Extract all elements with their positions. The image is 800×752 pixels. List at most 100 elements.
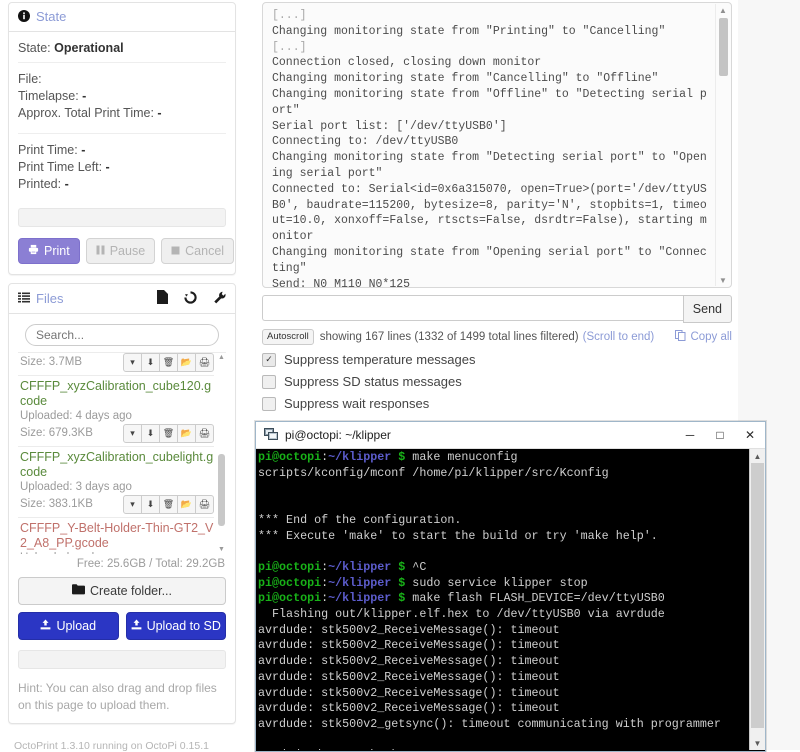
trash-icon[interactable]: 🗑 bbox=[159, 495, 178, 514]
download-icon[interactable]: ⬇ bbox=[141, 424, 160, 443]
suppress-sd-status-row[interactable]: Suppress SD status messages bbox=[262, 374, 732, 389]
terminal-log-box[interactable]: [...] Changing monitoring state from "Pr… bbox=[262, 2, 732, 288]
output-line: avrdude: stk500v2_ReceiveMessage(): time… bbox=[258, 685, 560, 700]
divider bbox=[18, 133, 226, 134]
chevron-down-icon[interactable]: ▾ bbox=[123, 353, 142, 372]
download-icon[interactable]: ⬇ bbox=[141, 495, 160, 514]
state-panel-header: State bbox=[9, 3, 235, 32]
prompt-user: pi@octopi bbox=[258, 450, 322, 464]
send-button[interactable]: Send bbox=[682, 295, 732, 323]
list-item[interactable]: CFFFP_xyzCalibration_cube120.gcode Uploa… bbox=[18, 376, 214, 447]
trash-icon[interactable]: 🗑 bbox=[159, 353, 178, 372]
list-icon bbox=[18, 292, 30, 305]
refresh-icon[interactable] bbox=[184, 290, 197, 306]
log-line: Connecting to: /dev/ttyUSB0 bbox=[272, 135, 459, 149]
scroll-down-icon[interactable]: ▼ bbox=[217, 545, 226, 554]
suppress-temperature-row[interactable]: ✓ Suppress temperature messages bbox=[262, 352, 732, 367]
list-item[interactable]: CFFFP_xyzCalibration_cubelight.gcode Upl… bbox=[18, 447, 214, 518]
file-list-inner: Uploaded: 4 days ago Size: 3.7MB ▾ ⬇ 🗑 📂… bbox=[18, 353, 214, 554]
scrollbar-thumb[interactable] bbox=[218, 454, 225, 526]
maximize-button[interactable]: □ bbox=[705, 422, 735, 448]
print-icon[interactable]: 🖨 bbox=[195, 495, 214, 514]
scroll-down-icon[interactable]: ▼ bbox=[750, 736, 765, 750]
state-row-printed: Printed: - bbox=[18, 176, 226, 193]
checkbox-suppress-wait[interactable] bbox=[262, 396, 276, 411]
output-line: scripts/kconfig/mconf /home/pi/klipper/s… bbox=[258, 465, 609, 480]
file-list[interactable]: Uploaded: 4 days ago Size: 3.7MB ▾ ⬇ 🗑 📂… bbox=[18, 352, 226, 554]
putty-terminal-text: pi@octopi:~/klipper $ make menuconfig sc… bbox=[258, 450, 749, 750]
state-row-print-time-left: Print Time Left: - bbox=[18, 159, 226, 176]
scroll-down-icon[interactable]: ▼ bbox=[716, 274, 730, 286]
checkbox-suppress-sd-status[interactable] bbox=[262, 374, 276, 389]
create-folder-button[interactable]: Create folder... bbox=[18, 577, 226, 605]
log-line: Changing monitoring state from "Cancelli… bbox=[272, 72, 659, 86]
autoscroll-button[interactable]: Autoscroll bbox=[262, 329, 314, 345]
checkbox-suppress-temperature[interactable]: ✓ bbox=[262, 352, 276, 367]
output-line: avrdude: stk500v2_ReceiveMessage(): time… bbox=[258, 669, 560, 684]
copy-icon bbox=[675, 329, 686, 345]
log-line: [...] bbox=[272, 9, 307, 22]
upload-button[interactable]: Upload bbox=[18, 612, 119, 640]
copy-all-button[interactable]: Copy all bbox=[675, 329, 732, 345]
file-icon[interactable] bbox=[157, 290, 168, 306]
state-label: State: bbox=[18, 41, 51, 55]
pause-button[interactable]: Pause bbox=[85, 238, 156, 264]
folder-load-icon[interactable]: 📂 bbox=[177, 495, 196, 514]
file-size: Size: 679.3KB bbox=[20, 427, 93, 439]
file-uploaded: Uploaded: an hour ago bbox=[20, 551, 214, 554]
prompt-path: ~/klipper bbox=[328, 559, 392, 574]
cancel-button[interactable]: Cancel bbox=[161, 238, 235, 264]
download-icon[interactable]: ⬇ bbox=[141, 353, 160, 372]
file-name[interactable]: CFFFP_xyzCalibration_cubelight.gcode bbox=[20, 450, 214, 480]
checkbox-label: Suppress SD status messages bbox=[284, 374, 462, 389]
output-line: avrdude: stk500v2_ReceiveMessage(): time… bbox=[258, 638, 560, 653]
upload-to-sd-button-label: Upload to SD bbox=[146, 619, 221, 633]
print-icon[interactable]: 🖨 bbox=[195, 353, 214, 372]
log-line: Changing monitoring state from "Opening … bbox=[272, 245, 707, 275]
folder-load-icon[interactable]: 📂 bbox=[177, 353, 196, 372]
file-size: Size: 3.7MB bbox=[20, 356, 82, 368]
wrench-icon[interactable] bbox=[213, 291, 226, 306]
list-item[interactable]: CFFFP_Y-Belt-Holder-Thin-GT2_V2_A8_PP.gc… bbox=[18, 518, 214, 554]
state-row-total-print-time: Approx. Total Print Time: - bbox=[18, 105, 226, 122]
putty-titlebar[interactable]: pi@octopi: ~/klipper ─ □ ✕ bbox=[256, 422, 765, 449]
output-line: avrdude: stk500v2_ReceiveMessage(): time… bbox=[258, 622, 560, 637]
chevron-down-icon[interactable]: ▾ bbox=[123, 424, 142, 443]
folder-load-icon[interactable]: 📂 bbox=[177, 424, 196, 443]
putty-scrollbar[interactable]: ▲ ▼ bbox=[749, 449, 765, 750]
suppress-wait-row[interactable]: Suppress wait responses bbox=[262, 396, 732, 411]
putty-window[interactable]: pi@octopi: ~/klipper ─ □ ✕ pi@octopi:~/k… bbox=[255, 421, 766, 752]
scroll-up-icon[interactable]: ▲ bbox=[750, 449, 765, 463]
minimize-button[interactable]: ─ bbox=[675, 422, 705, 448]
print-button[interactable]: Print bbox=[18, 238, 80, 264]
row-value: - bbox=[81, 143, 86, 157]
scroll-to-end-link[interactable]: (Scroll to end) bbox=[583, 331, 655, 343]
row-label: Approx. Total Print Time: bbox=[18, 106, 154, 120]
files-panel-body: Uploaded: 4 days ago Size: 3.7MB ▾ ⬇ 🗑 📂… bbox=[9, 314, 235, 723]
close-button[interactable]: ✕ bbox=[735, 422, 765, 448]
search-input[interactable] bbox=[25, 324, 219, 346]
scrollbar-thumb[interactable] bbox=[751, 463, 764, 728]
file-name[interactable]: CFFFP_Y-Belt-Holder-Thin-GT2_V2_A8_PP.gc… bbox=[20, 521, 214, 551]
prompt-user: pi@octopi bbox=[258, 591, 322, 606]
folder-icon bbox=[72, 584, 85, 598]
putty-terminal-body[interactable]: pi@octopi:~/klipper $ make menuconfig sc… bbox=[256, 449, 765, 750]
chevron-down-icon[interactable]: ▾ bbox=[123, 495, 142, 514]
scroll-up-icon[interactable]: ▲ bbox=[716, 4, 730, 16]
file-list-scrollbar[interactable]: ▲ ▼ bbox=[217, 353, 226, 554]
upload-to-sd-button[interactable]: Upload to SD bbox=[125, 612, 226, 640]
scrollbar-thumb[interactable] bbox=[719, 18, 728, 76]
trash-icon[interactable]: 🗑 bbox=[159, 424, 178, 443]
print-progress-bar bbox=[18, 208, 226, 227]
output-line: *** End of the configuration. bbox=[258, 512, 462, 527]
list-item[interactable]: Uploaded: 4 days ago Size: 3.7MB ▾ ⬇ 🗑 📂… bbox=[18, 353, 214, 376]
file-name[interactable]: CFFFP_xyzCalibration_cube120.gcode bbox=[20, 379, 214, 409]
log-line: Changing monitoring state from "Offline"… bbox=[272, 87, 707, 117]
print-controls: Print Pause Cancel bbox=[18, 238, 235, 264]
send-command-input[interactable] bbox=[262, 295, 683, 321]
print-icon[interactable]: 🖨 bbox=[195, 424, 214, 443]
prompt-path: ~/klipper bbox=[328, 591, 392, 606]
terminal-scrollbar[interactable]: ▲ ▼ bbox=[715, 4, 730, 286]
scroll-up-icon[interactable]: ▲ bbox=[217, 353, 226, 362]
pause-icon bbox=[96, 245, 105, 258]
